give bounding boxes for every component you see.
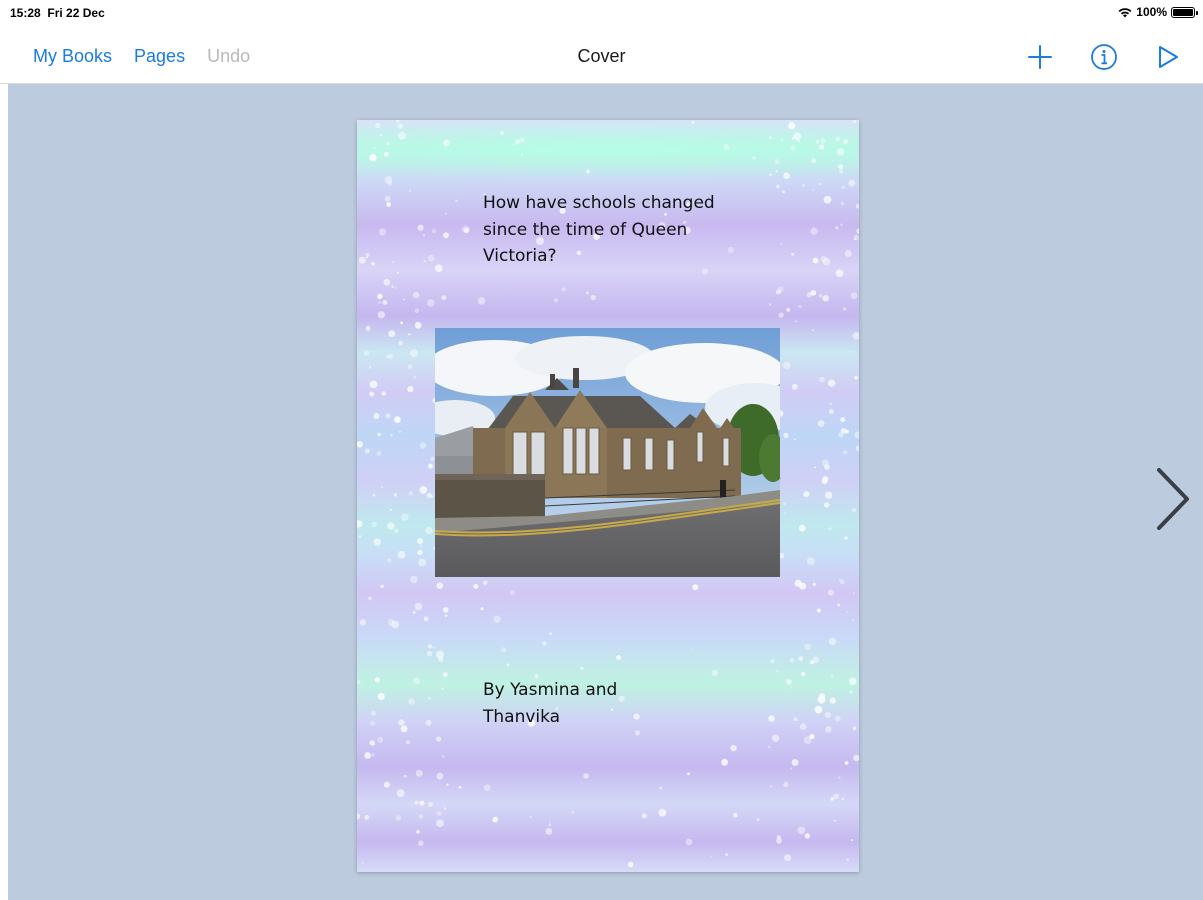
info-icon: [1091, 44, 1117, 70]
info-button[interactable]: [1087, 40, 1121, 74]
cover-author-text[interactable]: By Yasmina and Thanvika: [483, 677, 683, 730]
school-photo[interactable]: [435, 328, 780, 577]
status-indicators: 100%: [1118, 5, 1198, 19]
cover-title-text[interactable]: How have schools changed since the time …: [483, 190, 723, 270]
wifi-icon: [1118, 7, 1132, 17]
play-button[interactable]: [1151, 40, 1185, 74]
battery-percent: 100%: [1136, 5, 1167, 19]
pages-button[interactable]: Pages: [134, 46, 185, 67]
author-line-2: Thanvika: [483, 706, 561, 727]
book-cover-page[interactable]: How have schools changed since the time …: [357, 120, 859, 872]
school-building-photo: [435, 328, 780, 577]
navigation-bar: My Books Pages Undo Cover: [0, 34, 1203, 84]
chevron-right-icon: [1157, 468, 1189, 530]
play-icon: [1159, 46, 1178, 68]
status-time: 15:28 Fri 22 Dec: [10, 6, 105, 20]
undo-button[interactable]: Undo: [207, 46, 250, 67]
plus-icon: [1028, 45, 1052, 69]
next-page-button[interactable]: [1153, 464, 1193, 534]
page-canvas: How have schools changed since the time …: [8, 84, 1203, 900]
my-books-button[interactable]: My Books: [33, 46, 112, 67]
add-button[interactable]: [1023, 40, 1057, 74]
status-bar: 15:28 Fri 22 Dec 100%: [0, 0, 1203, 24]
battery-icon: [1171, 6, 1198, 18]
author-line-1: By Yasmina and: [483, 680, 618, 700]
page-title: Cover: [577, 46, 626, 66]
status-date: Fri 22 Dec: [47, 6, 105, 20]
